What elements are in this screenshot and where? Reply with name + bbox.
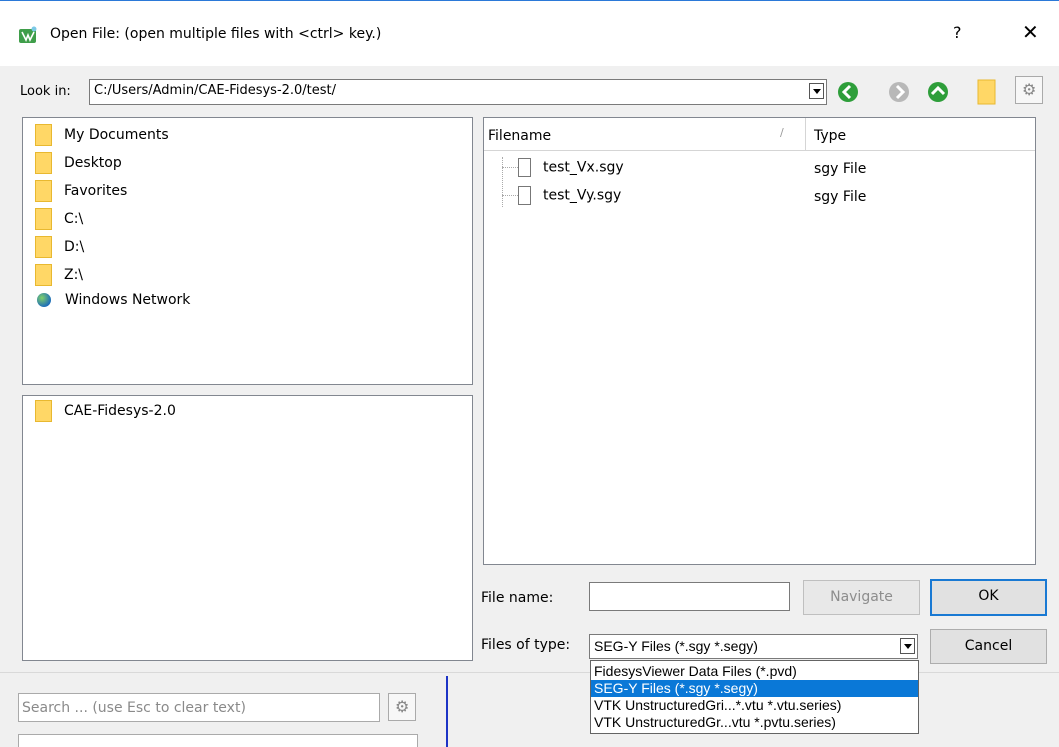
folder-icon [35,400,52,422]
column-header-filename[interactable]: Filename ∕ [484,118,806,151]
folder-icon [35,152,52,174]
chevron-down-icon[interactable] [809,83,824,99]
places-item[interactable]: Z:\ [35,264,83,288]
places-item-label: Windows Network [65,292,191,308]
arrow-right-icon [889,82,909,102]
search-input[interactable]: Search ... (use Esc to clear text) [18,693,380,722]
forward-button[interactable] [887,80,911,104]
file-name-cell: test_Vx.sgy [543,159,624,176]
places-panel: My Documents Desktop Favorites C:\ D:\ Z… [22,117,473,385]
file-name-input[interactable] [589,582,790,611]
folder-icon [35,124,52,146]
network-globe-icon [37,293,51,307]
ok-button[interactable]: OK [930,579,1047,616]
folder-icon [35,264,52,286]
look-in-path: C:/Users/Admin/CAE-Fidesys-2.0/test/ [94,83,337,98]
places-item-label: D:\ [64,239,85,255]
parent-directory-button[interactable] [926,80,950,104]
navigate-button[interactable]: Navigate [803,580,920,615]
places-item[interactable]: C:\ [35,208,83,232]
dropdown-option[interactable]: VTK UnstructuredGr...vtu *.pvtu.series) [591,714,918,731]
file-icon [518,158,531,177]
title-bar: Open File: (open multiple files with <ct… [0,0,1059,66]
panel-divider [446,676,448,747]
dropdown-option-selected[interactable]: SEG-Y Files (*.sgy *.segy) [591,680,918,697]
files-of-type-value: SEG-Y Files (*.sgy *.segy) [594,638,758,654]
back-button[interactable] [836,80,860,104]
files-of-type-dropdown: FidesysViewer Data Files (*.pvd) SEG-Y F… [590,660,919,734]
file-type-cell: sgy File [814,189,867,205]
dropdown-option[interactable]: FidesysViewer Data Files (*.pvd) [591,663,918,680]
chevron-down-icon[interactable] [900,638,915,654]
toolbar-strip [18,734,418,747]
recent-item-label: CAE-Fidesys-2.0 [64,403,176,419]
column-header-type[interactable]: Type [807,118,1035,151]
recent-item[interactable]: CAE-Fidesys-2.0 [35,400,176,424]
places-item-label: Desktop [64,155,122,171]
recent-panel: CAE-Fidesys-2.0 [22,395,473,661]
places-item-label: Favorites [64,183,128,199]
arrow-up-icon [928,82,948,102]
folder-icon [977,79,996,105]
window-title: Open File: (open multiple files with <ct… [50,26,382,42]
column-header-label: Type [814,128,847,144]
places-item[interactable]: Favorites [35,180,127,204]
file-list-header: Filename ∕ Type [484,118,1035,151]
folder-icon [35,208,52,230]
file-type-cell: sgy File [814,161,867,177]
file-icon [518,186,531,205]
file-name-label: File name: [481,590,554,606]
folder-icon [35,180,52,202]
dropdown-option[interactable]: VTK UnstructuredGri...*.vtu *.vtu.series… [591,697,918,714]
places-item-label: Z:\ [64,267,84,283]
look-in-combo[interactable]: C:/Users/Admin/CAE-Fidesys-2.0/test/ [89,79,827,105]
app-logo-icon [18,26,38,44]
help-button[interactable]: ? [953,23,962,42]
table-row[interactable]: test_Vy.sgy sgy File [502,186,1022,210]
cancel-button[interactable]: Cancel [930,629,1047,664]
places-item-label: My Documents [64,127,169,143]
places-item[interactable]: Windows Network [35,292,190,316]
search-settings-button[interactable] [388,693,416,721]
close-button[interactable]: ✕ [1022,20,1039,44]
places-item[interactable]: D:\ [35,236,84,260]
files-of-type-select[interactable]: SEG-Y Files (*.sgy *.segy) [589,634,918,659]
search-placeholder: Search ... (use Esc to clear text) [22,700,246,716]
look-in-label: Look in: [20,84,71,99]
folder-icon [35,236,52,258]
table-row[interactable]: test_Vx.sgy sgy File [502,158,1022,182]
places-item-label: C:\ [64,211,84,227]
places-item[interactable]: My Documents [35,124,169,148]
settings-button[interactable] [1015,76,1043,104]
new-folder-button[interactable] [977,78,997,106]
arrow-left-icon [838,82,858,102]
column-header-label: Filename [488,128,552,144]
places-item[interactable]: Desktop [35,152,122,176]
file-list: Filename ∕ Type test_Vx.sgy sgy File tes… [483,117,1036,565]
sort-indicator-icon: ∕ [780,126,784,139]
files-of-type-label: Files of type: [481,637,571,653]
file-name-cell: test_Vy.sgy [543,187,622,204]
